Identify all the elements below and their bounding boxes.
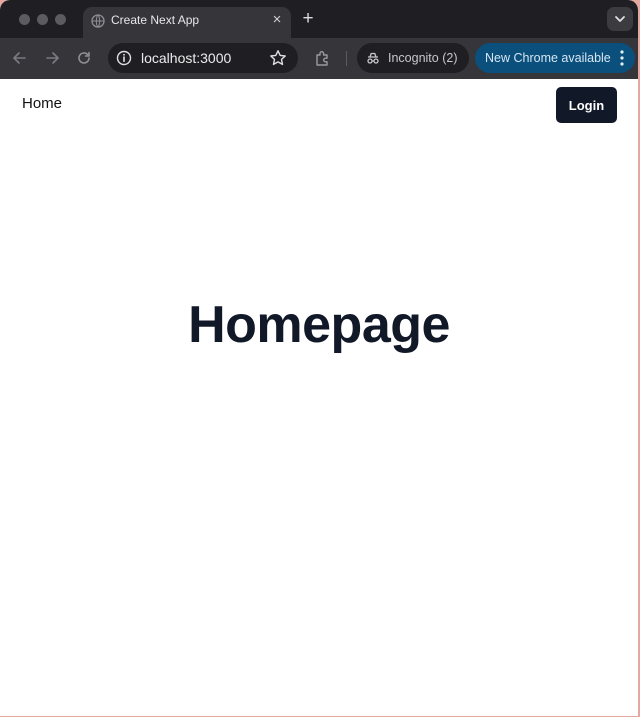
incognito-indicator[interactable]: Incognito (2) (357, 43, 469, 73)
browser-window: Create Next App × + localhost:3000 Incog… (0, 0, 638, 716)
tab-title: Create Next App (111, 13, 200, 27)
tab-create-next-app[interactable]: Create Next App × (83, 7, 291, 38)
incognito-icon (367, 52, 379, 64)
toolbar-divider (346, 51, 347, 66)
reload-icon[interactable] (74, 48, 94, 68)
page-content: Home Login Homepage (0, 79, 638, 716)
address-bar[interactable]: localhost:3000 (108, 43, 298, 73)
forward-arrow-icon[interactable] (42, 48, 62, 68)
bookmark-star-icon[interactable] (268, 48, 288, 68)
chevron-down-icon (615, 16, 625, 22)
address-text[interactable]: localhost:3000 (141, 50, 231, 66)
nav-home-link[interactable]: Home (22, 95, 62, 112)
tab-search-button[interactable] (607, 7, 633, 31)
extensions-puzzle-icon[interactable] (313, 48, 333, 68)
update-label: New Chrome available (485, 51, 611, 65)
new-tab-button[interactable]: + (298, 9, 318, 29)
close-window-button[interactable] (19, 14, 30, 25)
maximize-window-button[interactable] (55, 14, 66, 25)
globe-icon (91, 14, 105, 28)
tab-close-icon[interactable]: × (269, 12, 285, 28)
page-title: Homepage (188, 296, 450, 354)
browser-toolbar: localhost:3000 Incognito (2) New Chrome … (0, 38, 638, 79)
back-arrow-icon[interactable] (10, 48, 30, 68)
site-info-icon[interactable] (116, 50, 132, 66)
chrome-update-button[interactable]: New Chrome available (475, 43, 635, 73)
login-button[interactable]: Login (556, 87, 617, 123)
tab-strip: Create Next App × + (0, 0, 638, 38)
minimize-window-button[interactable] (37, 14, 48, 25)
incognito-label: Incognito (2) (388, 51, 458, 65)
more-vertical-icon[interactable] (619, 49, 625, 67)
